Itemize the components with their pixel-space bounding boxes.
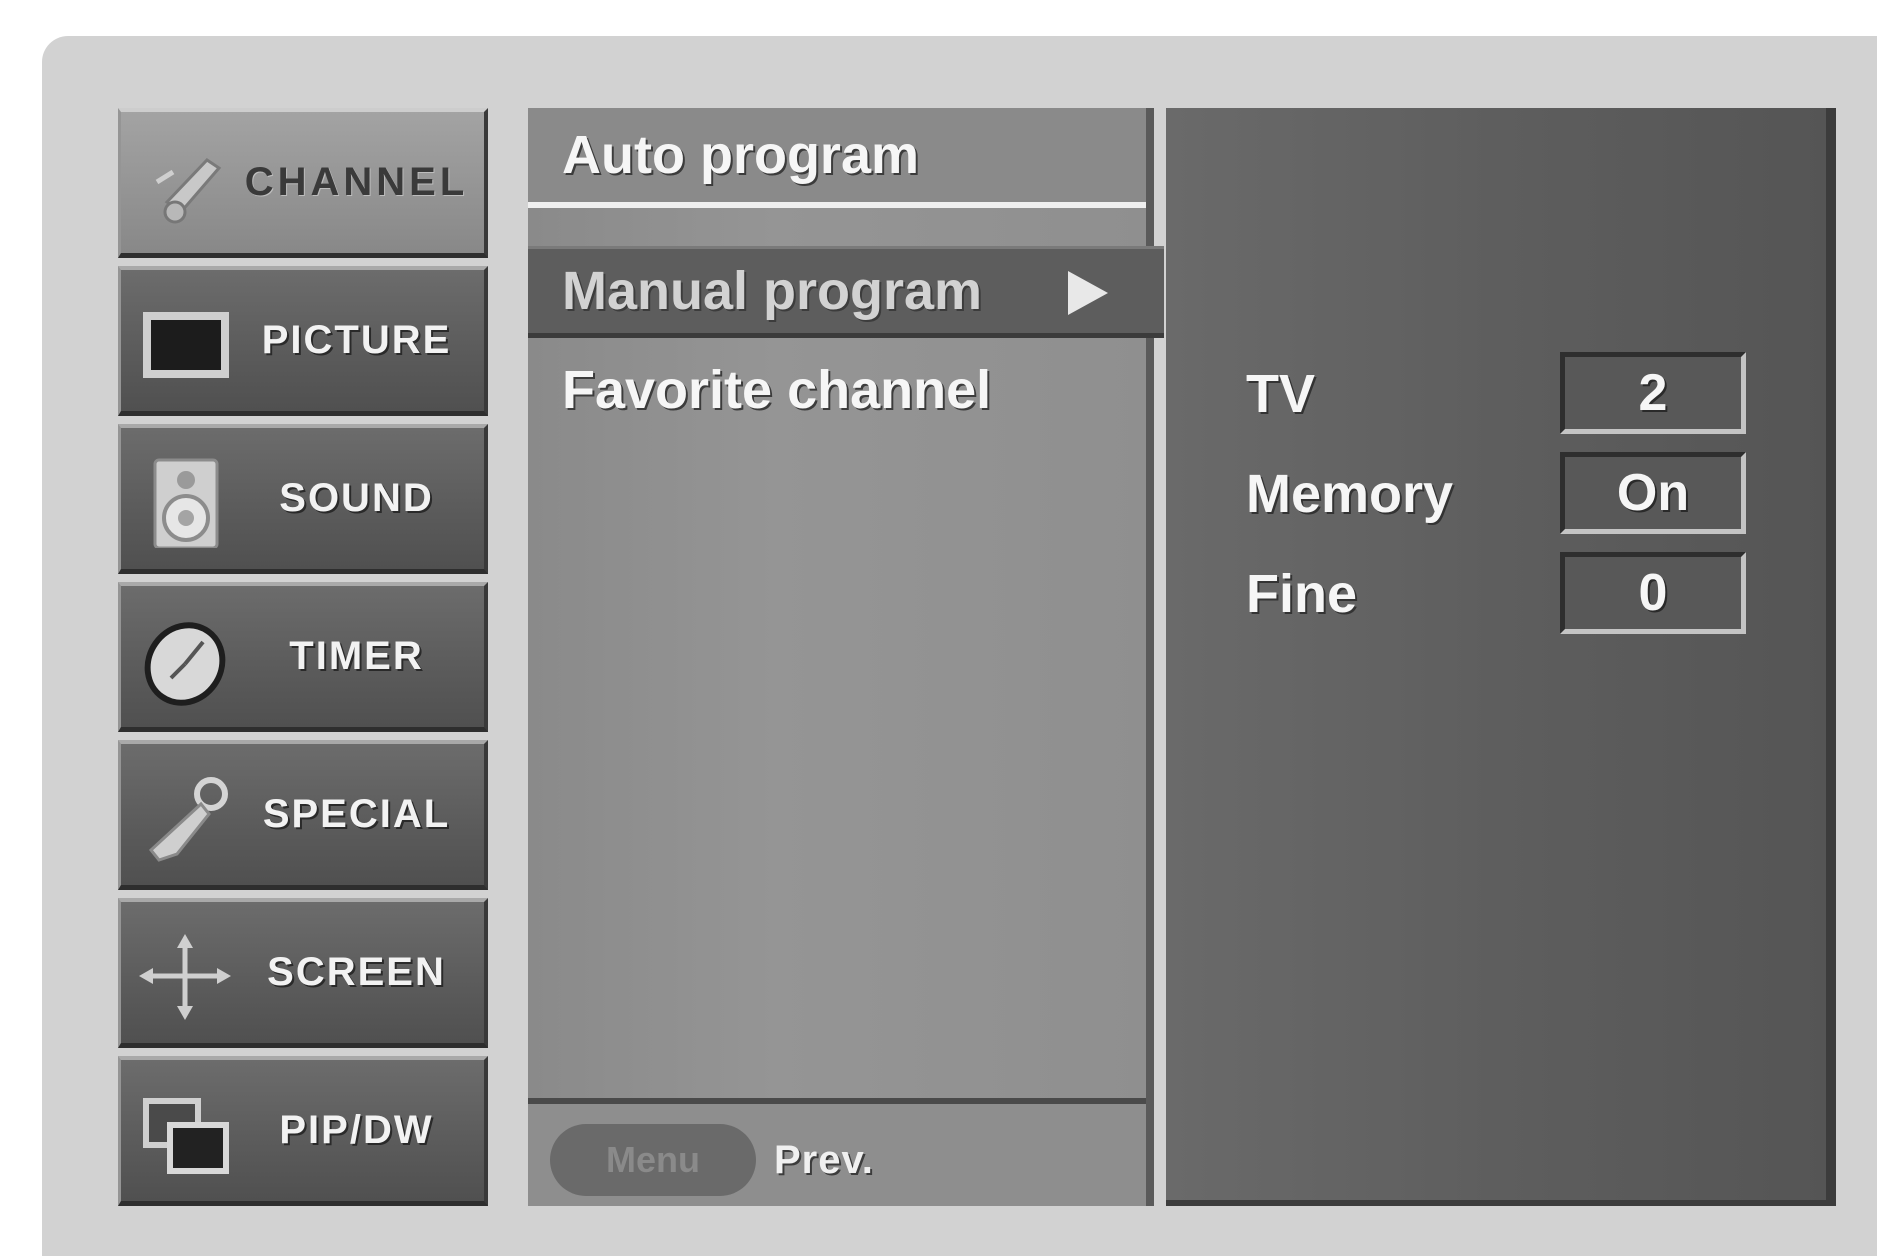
submenu-panel: Auto program Manual program Favorite cha… [528, 108, 1164, 1206]
category-timer[interactable]: TIMER [118, 582, 488, 732]
fine-tune-value[interactable]: 0 [1560, 552, 1746, 634]
category-sound[interactable]: SOUND [118, 424, 488, 574]
submenu-footer: Menu Prev. [528, 1098, 1146, 1206]
channel-icon [155, 158, 222, 224]
category-pip[interactable]: PIP/DW [118, 1056, 488, 1206]
category-special[interactable]: SPECIAL [118, 740, 488, 890]
category-picture[interactable]: PICTURE [118, 266, 488, 416]
menu-button[interactable]: Menu [550, 1124, 756, 1196]
setting-label: TV [1246, 364, 1316, 424]
picture-icon [143, 312, 229, 378]
category-label: SOUND [279, 476, 434, 520]
memory-value[interactable]: On [1560, 452, 1746, 534]
submenu-item-label: Manual program [562, 261, 983, 321]
submenu-item-manual-program[interactable]: Manual program [528, 246, 1164, 338]
category-label: TIMER [289, 634, 424, 678]
prev-hint: Prev. [774, 1137, 874, 1182]
category-screen[interactable]: SCREEN [118, 898, 488, 1048]
move-arrows-icon [139, 934, 231, 1020]
submenu-item-label: Auto program [562, 125, 919, 185]
setting-label: Memory [1246, 464, 1454, 524]
setting-row-tv[interactable]: TV 2 [1166, 348, 1826, 440]
manual-program-settings-panel: TV 2 Memory On Fine 0 [1166, 108, 1836, 1206]
category-label: PIP/DW [279, 1108, 434, 1152]
tv-channel-value[interactable]: 2 [1560, 352, 1746, 434]
speaker-icon [153, 458, 219, 548]
setting-row-memory[interactable]: Memory On [1166, 448, 1826, 540]
category-label: CHANNEL [244, 160, 469, 204]
triangle-right-icon [1068, 271, 1108, 315]
setting-row-fine[interactable]: Fine 0 [1166, 548, 1826, 640]
category-label: SPECIAL [262, 792, 451, 836]
submenu-item-auto-program[interactable]: Auto program [528, 108, 1146, 208]
category-label: SCREEN [267, 950, 446, 994]
clock-icon [144, 622, 226, 706]
setting-label: Fine [1246, 564, 1358, 624]
category-label: PICTURE [261, 318, 452, 362]
key-icon [148, 777, 228, 862]
submenu-item-label: Favorite channel [562, 360, 992, 420]
category-channel[interactable]: CHANNEL [118, 108, 488, 258]
submenu-item-favorite-channel[interactable]: Favorite channel [528, 340, 1146, 440]
pip-icon [143, 1098, 229, 1174]
